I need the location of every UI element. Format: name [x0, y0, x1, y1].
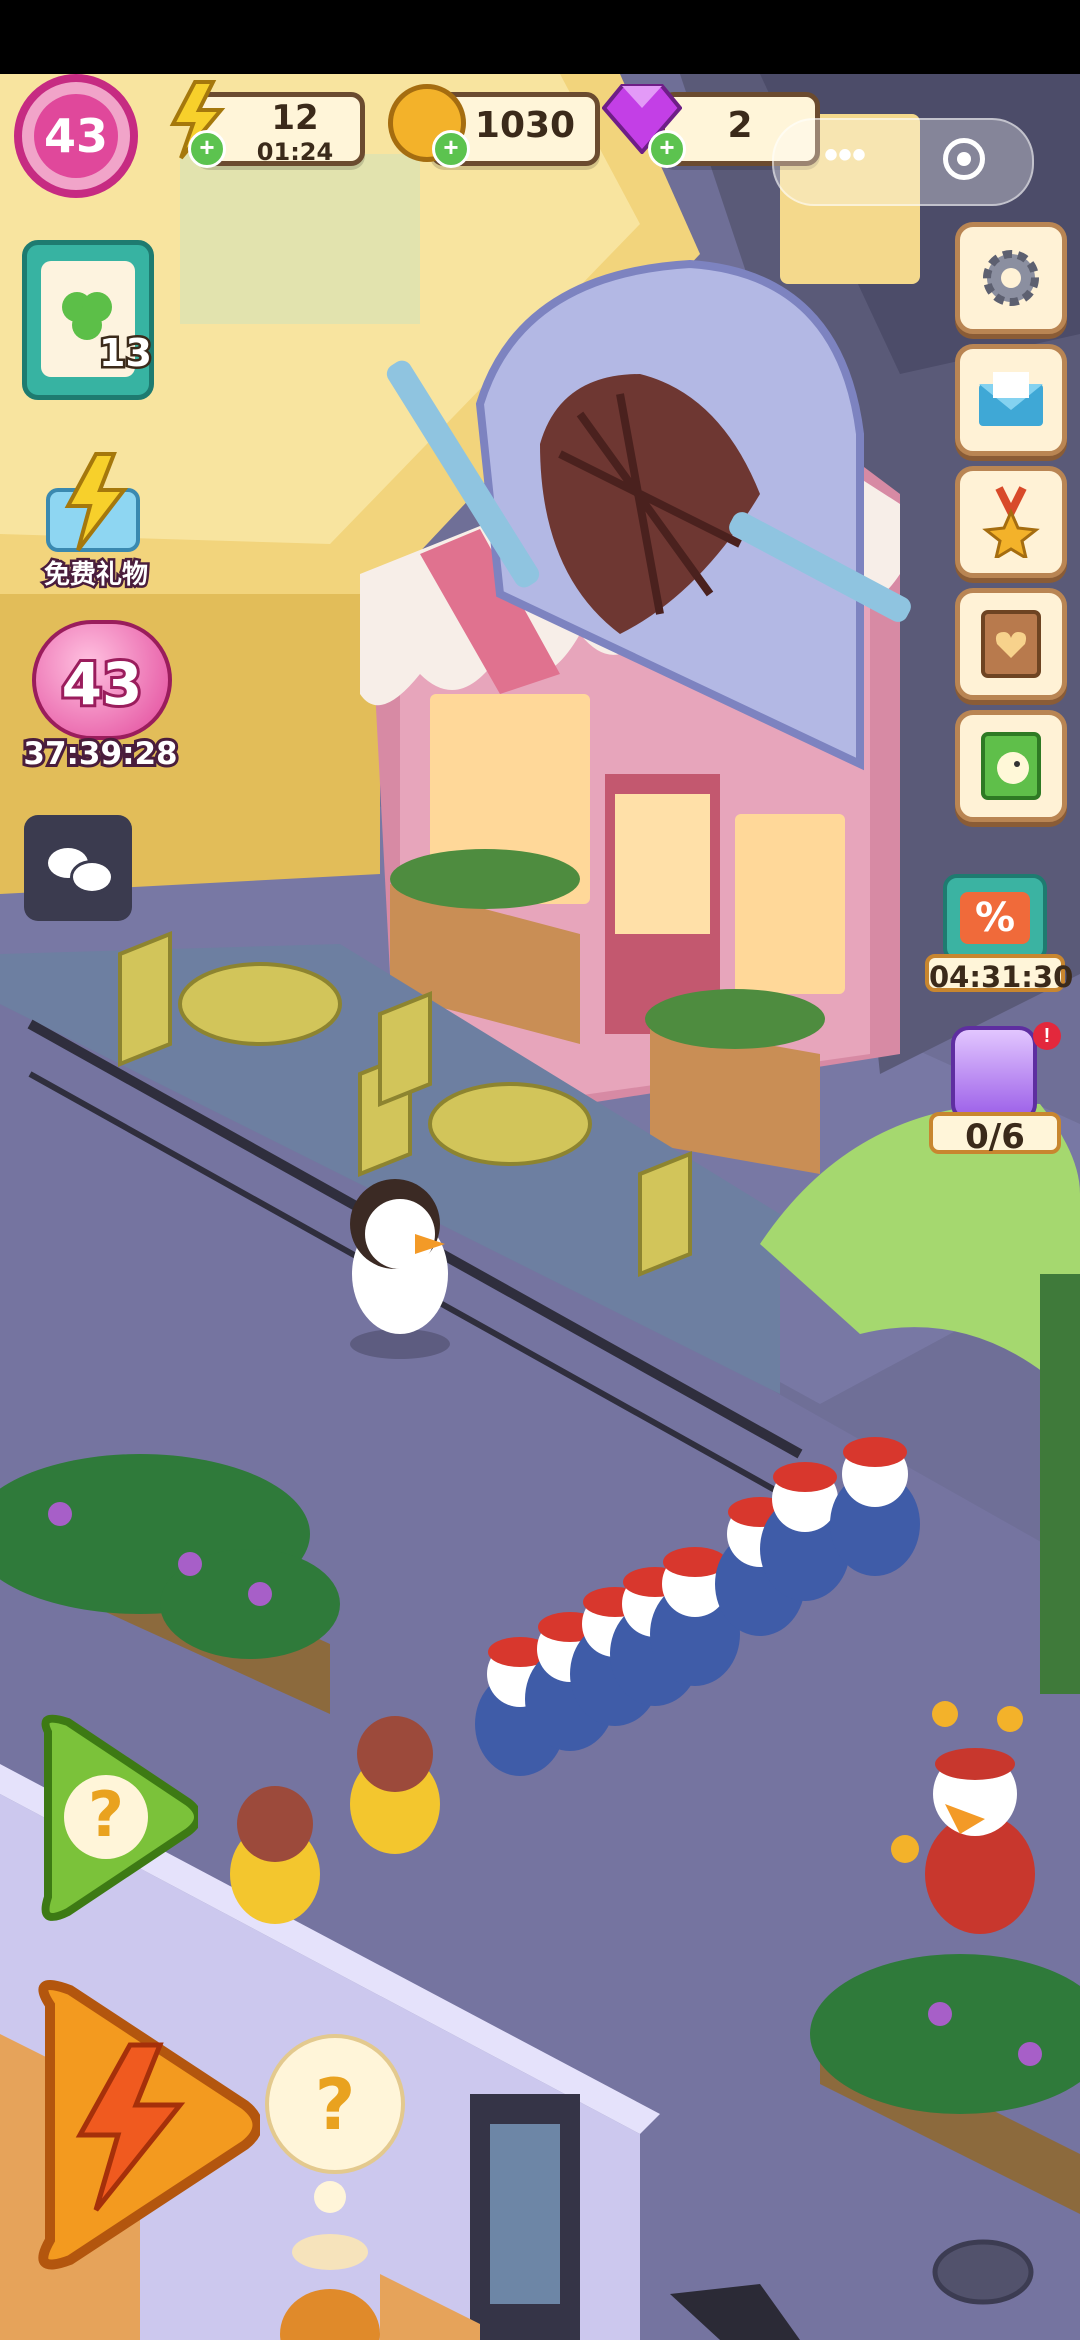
achievements-button[interactable] [955, 466, 1067, 578]
mail-button[interactable] [955, 344, 1067, 456]
status-bar [0, 0, 1080, 74]
percent-tag-icon: % [943, 874, 1047, 962]
alert-badge: ! [1033, 1022, 1061, 1050]
energy-add-button[interactable]: + [188, 130, 226, 168]
level-event-button[interactable]: 43 37:39:28 [18, 610, 183, 780]
potion-jar-icon [951, 1026, 1037, 1122]
player-level: 43 [43, 109, 108, 163]
chick-book-icon [981, 732, 1041, 800]
heart-book-icon [981, 610, 1041, 678]
target-circle-icon[interactable] [943, 138, 985, 180]
free-gift-button[interactable]: 免费礼物 [18, 450, 168, 595]
chat-bubbles-icon [48, 848, 114, 894]
settings-button[interactable] [955, 222, 1067, 334]
question-bubble-icon: ? [315, 2064, 356, 2146]
boost-button[interactable] [10, 1975, 263, 2275]
coin-value: 1030 [474, 105, 576, 146]
mail-icon [979, 372, 1043, 426]
gem-value: 2 [727, 105, 753, 146]
medal-icon [982, 486, 1040, 558]
level-event-timer: 37:39:28 [20, 733, 180, 775]
gear-icon [983, 250, 1039, 306]
free-gift-label: 免费礼物 [41, 558, 150, 593]
question-icon: ? [88, 1778, 124, 1851]
more-dots-icon[interactable]: ••• [800, 135, 890, 185]
potion-jar-button[interactable]: ! 0/6 [925, 1022, 1065, 1157]
player-level-badge[interactable]: 43 [14, 74, 138, 198]
gem-add-button[interactable]: + [648, 130, 686, 168]
album-button[interactable] [955, 710, 1067, 822]
sale-timer: 04:31:30 [925, 954, 1073, 994]
energy-timer: 01:24 [256, 138, 334, 166]
tasks-count: 13 [97, 329, 155, 378]
tasks-button[interactable]: 13 [22, 240, 154, 400]
level-event-level: 43 [59, 647, 146, 721]
sale-button[interactable]: % 04:31:30 [925, 870, 1073, 995]
chat-button[interactable] [24, 815, 132, 921]
recipe-book-button[interactable] [955, 588, 1067, 700]
gift-lightning-icon [38, 450, 148, 555]
jar-progress: 0/6 [929, 1112, 1061, 1157]
coin-add-button[interactable]: + [432, 130, 470, 168]
energy-value: 12 [271, 98, 319, 138]
help-button[interactable]: ? [28, 1712, 202, 1922]
